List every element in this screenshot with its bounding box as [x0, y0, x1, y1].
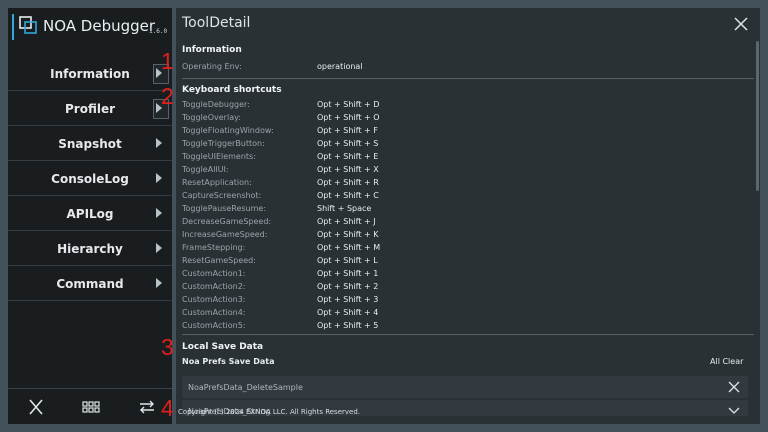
shortcut-value: Opt + Shift + F [317, 126, 378, 135]
sidebar-item-label: APILog [66, 207, 114, 221]
shortcut-value: Opt + Shift + 2 [317, 282, 379, 291]
shortcut-key: DecreaseGameSpeed: [182, 217, 272, 226]
sidebar-item-hierarchy[interactable]: Hierarchy [8, 231, 172, 266]
pref-entry-label: NoaPrefsData_DeleteSample [188, 383, 303, 392]
all-clear-button[interactable]: All Clear [710, 357, 743, 366]
panel-content: Information Operating Env: operational K… [182, 40, 754, 416]
operating-env-value: operational [317, 62, 363, 71]
divider [182, 334, 754, 335]
shortcut-value: Opt + Shift + 5 [317, 321, 379, 330]
shortcut-value: Opt + Shift + R [317, 178, 379, 187]
accent-bar [12, 14, 14, 40]
shortcut-value: Opt + Shift + 3 [317, 295, 379, 304]
close-icon[interactable] [728, 381, 740, 393]
sidebar-item-label: ConsoleLog [51, 172, 129, 186]
sidebar-item-apilog[interactable]: APILog [8, 196, 172, 231]
callout-marker-4: 4 [161, 395, 174, 421]
copyright-text: Copyright (c) 2024 EXNOA LLC. All Rights… [178, 408, 361, 416]
chevron-right-icon [156, 243, 162, 253]
sidebar-item-label: Command [56, 277, 124, 291]
shortcut-value: Shift + Space [317, 204, 372, 213]
sidebar-item-label: Profiler [64, 102, 116, 116]
shortcut-key: CaptureScreenshot: [182, 191, 262, 200]
shortcuts-heading: Keyboard shortcuts [182, 85, 282, 95]
callout-marker-1: 1 [161, 48, 174, 74]
shortcut-key: CustomAction1: [182, 269, 246, 278]
shortcut-value: Opt + Shift + E [317, 152, 379, 161]
shortcut-key: CustomAction5: [182, 321, 246, 330]
shortcut-value: Opt + Shift + S [317, 139, 379, 148]
shortcut-value: Opt + Shift + 4 [317, 308, 379, 317]
sidebar-item-profiler[interactable]: Profiler [8, 91, 172, 126]
shortcut-key: TogglePauseResume: [182, 204, 267, 213]
shortcut-key: ResetGameSpeed: [182, 256, 256, 265]
chevron-right-icon [156, 278, 162, 288]
shortcut-value: Opt + Shift + J [317, 217, 376, 226]
sidebar-item-label: Information [50, 67, 130, 81]
shortcut-value: Opt + Shift + C [317, 191, 379, 200]
sidebar-item-snapshot[interactable]: Snapshot [8, 126, 172, 161]
swap-arrows-icon[interactable] [138, 399, 156, 415]
sidebar-nav: Information Profiler Snapshot ConsoleLog… [8, 56, 172, 301]
close-icon[interactable] [733, 16, 749, 32]
sidebar-item-command[interactable]: Command [8, 266, 172, 301]
shortcut-key: ToggleTriggerButton: [182, 139, 265, 148]
shortcut-key: CustomAction3: [182, 295, 246, 304]
shortcut-key: ToggleUIElements: [182, 152, 256, 161]
sidebar-item-label: Snapshot [58, 137, 122, 151]
callout-marker-2: 2 [161, 83, 174, 109]
divider [182, 78, 754, 79]
grid-icon[interactable] [82, 399, 100, 415]
shortcut-key: ToggleDebugger: [182, 100, 250, 109]
chevron-right-icon [156, 173, 162, 183]
shortcut-value: Opt + Shift + L [317, 256, 378, 265]
noa-logo-icon [19, 16, 37, 34]
tool-detail-panel: ToolDetail Information Operating Env: op… [176, 8, 760, 424]
close-icon[interactable] [27, 399, 45, 415]
vertical-scrollbar[interactable] [756, 41, 759, 191]
shortcut-key: CustomAction2: [182, 282, 246, 291]
app-version: 1.6.0 [149, 28, 168, 35]
sidebar: NOA Debugger 1.6.0 Information Profiler … [8, 8, 172, 424]
shortcut-value: Opt + Shift + D [317, 100, 380, 109]
app-title: NOA Debugger [43, 17, 156, 35]
local-save-heading: Local Save Data [182, 342, 264, 352]
shortcut-key: ToggleFloatingWindow: [182, 126, 274, 135]
panel-title: ToolDetail [182, 15, 251, 31]
information-heading: Information [182, 45, 242, 55]
sidebar-item-information[interactable]: Information [8, 56, 172, 91]
operating-env-key: Operating Env: [182, 62, 242, 71]
noa-prefs-subheading: Noa Prefs Save Data [182, 357, 275, 366]
pref-entry[interactable]: NoaPrefsData_DeleteSample [182, 376, 748, 398]
shortcut-value: Opt + Shift + X [317, 165, 379, 174]
shortcut-key: FrameStepping: [182, 243, 246, 252]
shortcut-key: ToggleOverlay: [182, 113, 241, 122]
chevron-right-icon [156, 208, 162, 218]
shortcut-value: Opt + Shift + M [317, 243, 381, 252]
shortcut-key: CustomAction4: [182, 308, 246, 317]
chevron-down-icon[interactable] [728, 405, 740, 416]
shortcut-key: IncreaseGameSpeed: [182, 230, 268, 239]
callout-marker-3: 3 [161, 334, 174, 360]
chevron-right-icon [156, 138, 162, 148]
shortcut-key: ToggleAllUI: [182, 165, 229, 174]
app-logo: NOA Debugger 1.6.0 [8, 8, 172, 48]
shortcut-value: Opt + Shift + 1 [317, 269, 379, 278]
sidebar-item-label: Hierarchy [57, 242, 123, 256]
sidebar-toolbar [8, 388, 172, 425]
sidebar-item-consolelog[interactable]: ConsoleLog [8, 161, 172, 196]
shortcut-value: Opt + Shift + K [317, 230, 379, 239]
shortcut-key: ResetApplication: [182, 178, 252, 187]
shortcut-value: Opt + Shift + O [317, 113, 380, 122]
